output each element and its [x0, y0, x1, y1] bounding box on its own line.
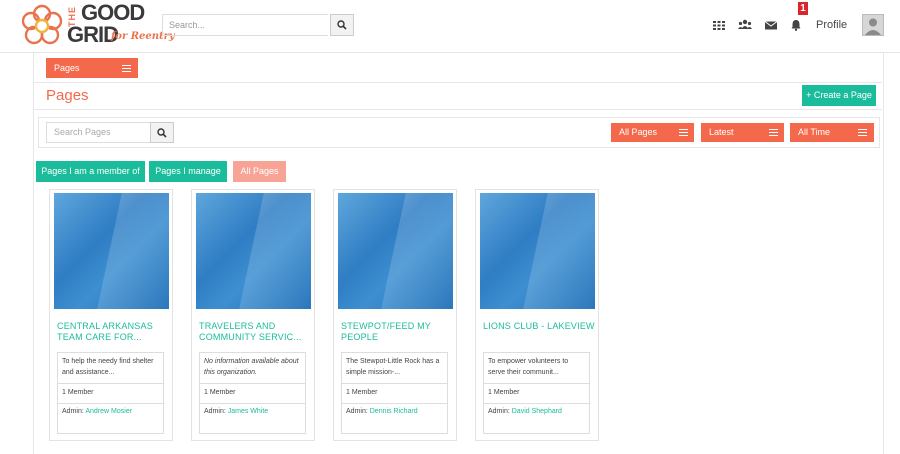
- page-cover-image[interactable]: [338, 193, 453, 309]
- divider: [484, 383, 589, 384]
- dropdown-label: All Time: [798, 127, 831, 137]
- admin-link[interactable]: James White: [228, 408, 268, 415]
- page-card-admin: Admin: Dennis Richard: [346, 408, 418, 415]
- admin-prefix: Admin:: [488, 408, 510, 415]
- admin-link[interactable]: Dennis Richard: [370, 408, 418, 415]
- search-pages-input[interactable]: Search Pages: [46, 122, 150, 143]
- dropdown-label: All Pages: [619, 127, 658, 137]
- page-card-admin: Admin: James White: [204, 408, 268, 415]
- divider: [33, 109, 882, 110]
- page-card-info: The Stewpot-Little Rock has a simple mis…: [341, 352, 448, 434]
- tab-member-pages[interactable]: Pages I am a member of: [36, 161, 145, 182]
- page-card-title[interactable]: TRAVELERS AND COMMUNITY SERVIC...: [199, 321, 311, 343]
- page-card-members: 1 Member: [204, 389, 236, 396]
- page-card[interactable]: CENTRAL ARKANSAS TEAM CARE FOR... To hel…: [49, 189, 173, 441]
- search-button[interactable]: [330, 14, 354, 36]
- page-cover-image[interactable]: [54, 193, 169, 309]
- page-title: Pages: [46, 87, 89, 104]
- hamburger-icon: [769, 129, 778, 136]
- dropdown-label: Latest: [709, 127, 734, 137]
- logo[interactable]: THE GOOD GRID for Reentry: [20, 0, 175, 50]
- page-card-info: No information available about this orga…: [199, 352, 306, 434]
- search-input[interactable]: Search...: [162, 14, 328, 36]
- page-card-info: To empower volunteers to serve their com…: [483, 352, 590, 434]
- logo-good: GOOD: [81, 0, 145, 25]
- page-card-admin: Admin: Andrew Mosier: [62, 408, 132, 415]
- filter-all-time-dropdown[interactable]: All Time: [790, 123, 874, 142]
- apps-grid-icon[interactable]: [713, 18, 727, 32]
- divider: [33, 82, 882, 83]
- filter-latest-dropdown[interactable]: Latest: [701, 123, 784, 142]
- page-card[interactable]: LIONS CLUB - LAKEVIEW To empower volunte…: [475, 189, 599, 441]
- filter-all-pages-dropdown[interactable]: All Pages: [611, 123, 694, 142]
- top-bar: THE GOOD GRID for Reentry Search... 1 Pr…: [0, 0, 900, 53]
- page-card-title[interactable]: LIONS CLUB - LAKEVIEW: [483, 321, 595, 332]
- page-card-description: To empower volunteers to serve their com…: [488, 358, 569, 376]
- hamburger-icon: [122, 65, 131, 72]
- page-card-info: To help the needy find shelter and assis…: [57, 352, 164, 434]
- divider: [342, 403, 447, 404]
- page-card-members: 1 Member: [346, 389, 378, 396]
- search-icon: [157, 128, 167, 138]
- pages-menu-button[interactable]: Pages: [46, 58, 138, 78]
- admin-link[interactable]: Andrew Mosier: [85, 408, 132, 415]
- page-card-members: 1 Member: [62, 389, 94, 396]
- admin-prefix: Admin:: [62, 408, 84, 415]
- divider: [484, 403, 589, 404]
- page-card-members: 1 Member: [488, 389, 520, 396]
- user-avatar-icon: [863, 15, 883, 35]
- page-card-title[interactable]: STEWPOT/FEED MY PEOPLE: [341, 321, 453, 343]
- hamburger-icon: [858, 129, 867, 136]
- profile-link[interactable]: Profile: [816, 19, 847, 31]
- search-pages-button[interactable]: [150, 122, 174, 143]
- page-card-admin: Admin: David Shephard: [488, 408, 562, 415]
- page-card-description: No information available about this orga…: [204, 358, 299, 376]
- mail-icon[interactable]: [764, 18, 779, 32]
- create-page-button[interactable]: + Create a Page: [802, 85, 876, 106]
- tab-managed-pages[interactable]: Pages I manage: [149, 161, 227, 182]
- divider: [200, 383, 305, 384]
- divider: [200, 403, 305, 404]
- flower-logo-icon: [21, 4, 63, 45]
- notification-badge: 1: [798, 2, 808, 15]
- divider: [58, 403, 163, 404]
- hamburger-icon: [679, 129, 688, 136]
- page-cover-image[interactable]: [480, 193, 595, 309]
- avatar[interactable]: [862, 14, 884, 36]
- divider: [342, 383, 447, 384]
- page-card-title[interactable]: CENTRAL ARKANSAS TEAM CARE FOR...: [57, 321, 169, 343]
- divider: [58, 383, 163, 384]
- admin-prefix: Admin:: [346, 408, 368, 415]
- tab-all-pages[interactable]: All Pages: [233, 161, 286, 182]
- search-icon: [337, 20, 347, 30]
- page-card-description: The Stewpot-Little Rock has a simple mis…: [346, 358, 440, 376]
- admin-link[interactable]: David Shephard: [512, 408, 562, 415]
- page-card[interactable]: STEWPOT/FEED MY PEOPLE The Stewpot-Littl…: [333, 189, 457, 441]
- bell-icon[interactable]: [790, 18, 804, 32]
- admin-prefix: Admin:: [204, 408, 226, 415]
- page-card-description: To help the needy find shelter and assis…: [62, 358, 154, 376]
- page-card[interactable]: TRAVELERS AND COMMUNITY SERVIC... No inf…: [191, 189, 315, 441]
- page-cover-image[interactable]: [196, 193, 311, 309]
- pages-menu-label: Pages: [54, 63, 80, 73]
- groups-icon[interactable]: [738, 18, 752, 32]
